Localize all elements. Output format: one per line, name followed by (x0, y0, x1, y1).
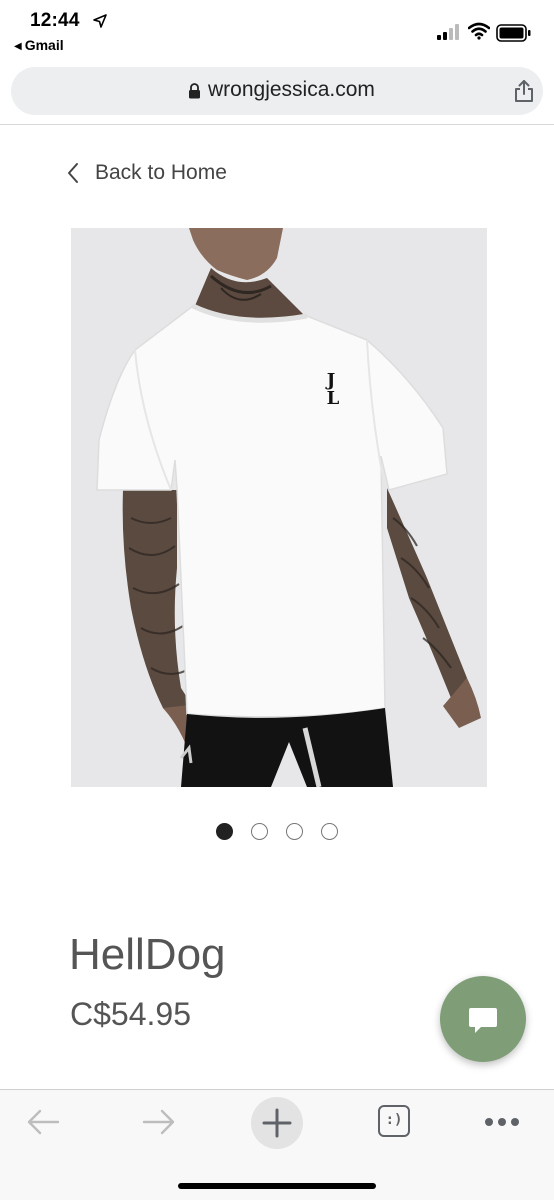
battery-icon (496, 24, 531, 42)
back-to-app-link[interactable]: ◀ Gmail (14, 37, 64, 53)
location-arrow-icon (93, 14, 107, 28)
tabs-button[interactable]: :) (378, 1105, 410, 1137)
product-title: HellDog (69, 930, 226, 979)
cellular-signal-icon (437, 24, 459, 40)
plus-icon (262, 1108, 292, 1138)
chat-button[interactable] (440, 976, 526, 1062)
back-triangle-icon: ◀ (14, 41, 22, 52)
new-tab-button[interactable] (251, 1097, 303, 1149)
status-bar: 12:44 ◀ Gmail (0, 0, 554, 60)
back-to-home-link[interactable]: Back to Home (66, 157, 227, 189)
lock-icon (189, 83, 200, 99)
carousel-dot-4[interactable] (321, 823, 338, 840)
carousel-dot-3[interactable] (286, 823, 303, 840)
back-to-home-label: Back to Home (95, 161, 227, 184)
back-arrow-icon[interactable] (26, 1108, 60, 1136)
back-app-label: Gmail (24, 37, 64, 53)
url-text[interactable]: wrongjessica.com (208, 78, 375, 102)
chat-bubble-icon (469, 1008, 497, 1033)
share-icon[interactable] (513, 79, 535, 103)
chevron-left-icon (68, 163, 78, 183)
product-image[interactable]: J L (71, 228, 487, 787)
product-price: C$54.95 (70, 996, 191, 1032)
wifi-icon (468, 22, 490, 40)
status-time: 12:44 (30, 10, 80, 31)
product-photo-illustration: J L (71, 228, 487, 787)
top-divider (0, 124, 554, 125)
carousel-dot-1[interactable] (216, 823, 233, 840)
more-icon[interactable] (484, 1117, 520, 1127)
carousel-dots (216, 823, 338, 840)
forward-arrow-icon[interactable] (142, 1108, 176, 1136)
home-indicator (178, 1183, 376, 1189)
shirt-logo-bottom: L (327, 388, 340, 409)
address-bar[interactable]: wrongjessica.com (11, 67, 543, 115)
carousel-dot-2[interactable] (251, 823, 268, 840)
